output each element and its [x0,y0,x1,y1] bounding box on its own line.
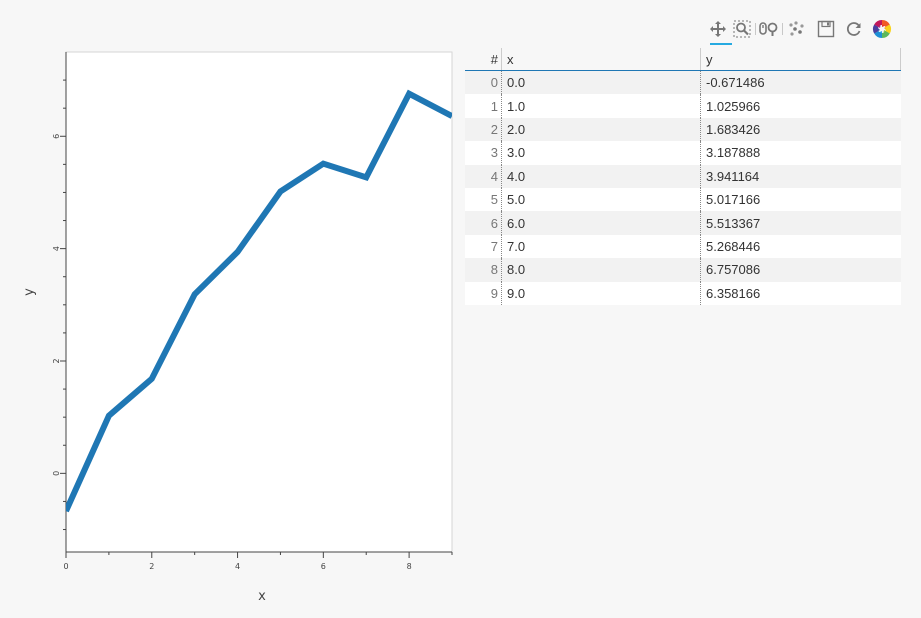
y-cell[interactable]: 3.187888 [701,141,901,164]
x-cell[interactable]: 5.0 [502,187,701,212]
table-row[interactable]: 3 3.0 3.187888 [465,141,901,165]
pan-icon [710,21,726,37]
y-cell[interactable]: 5.017166 [701,188,901,211]
row-index-cell: 5 [465,187,502,212]
x-cell[interactable]: 9.0 [502,281,701,305]
y-axis-label: y [22,288,37,296]
y-cell[interactable]: 5.268446 [701,235,901,258]
row-index-cell: 2 [465,117,502,142]
box-zoom-tool[interactable] [730,16,754,42]
line-plot[interactable]: 0 2 4 6 8 0 2 4 6 x y [0,30,460,618]
x-cell[interactable]: 7.0 [502,234,701,259]
row-index-cell: 7 [465,234,502,259]
row-index-cell: 6 [465,211,502,235]
save-icon [817,20,835,38]
pan-tool[interactable] [706,16,732,45]
wheel-zoom-icon [759,22,778,36]
y-cell[interactable]: 3.941164 [701,165,901,188]
x-cell[interactable]: 8.0 [502,258,701,282]
data-table: # x y 0 0.0 -0.671486 1 1.0 1.025966 2 2… [465,48,901,305]
y-cell[interactable]: 1.683426 [701,118,901,141]
column-header-x[interactable]: x [502,48,701,70]
x-tick-label: 2 [149,562,154,571]
column-header-y[interactable]: y [701,48,901,70]
x-tick-label: 6 [321,562,326,571]
y-cell[interactable]: 5.513367 [701,211,901,234]
row-index-cell: 1 [465,94,502,118]
reset-tool[interactable] [842,16,866,42]
y-tick-label: 2 [52,358,61,363]
y-cell[interactable]: 6.757086 [701,258,901,281]
row-index-cell: 8 [465,258,502,282]
plot-toolbar [706,14,894,45]
reset-icon [847,22,861,36]
row-index-cell: 9 [465,281,502,305]
row-index-cell: 3 [465,141,502,165]
y-cell[interactable]: 6.358166 [701,282,901,305]
x-cell[interactable]: 0.0 [502,71,701,95]
box-zoom-icon [733,20,751,38]
x-tick-label: 0 [63,562,68,571]
table-row[interactable]: 7 7.0 5.268446 [465,234,901,259]
toolbar-separator [755,23,756,35]
x-axis-label: x [258,589,266,604]
x-tick-label: 4 [235,562,240,571]
y-tick-label: 4 [52,246,61,251]
save-tool[interactable] [814,16,838,42]
x-cell[interactable]: 3.0 [502,141,701,165]
bokeh-logo[interactable] [870,16,894,42]
table-row[interactable]: 0 0.0 -0.671486 [465,71,901,95]
x-cell[interactable]: 4.0 [502,164,701,188]
x-cell[interactable]: 1.0 [502,94,701,118]
table-row[interactable]: 4 4.0 3.941164 [465,164,901,188]
x-tick-label: 8 [407,562,412,571]
y-tick-label: 6 [52,134,61,139]
bokeh-logo-icon [872,19,892,39]
table-row[interactable]: 6 6.0 5.513367 [465,211,901,235]
table-row[interactable]: 8 8.0 6.757086 [465,258,901,282]
table-row[interactable]: 9 9.0 6.358166 [465,281,901,305]
table-row[interactable]: 1 1.0 1.025966 [465,94,901,118]
lasso-select-tool[interactable] [784,16,808,42]
row-index-cell: 4 [465,164,502,188]
toolbar-separator [782,23,783,35]
x-cell[interactable]: 6.0 [502,211,701,235]
table-row[interactable]: 2 2.0 1.683426 [465,117,901,142]
row-index-cell: 0 [465,71,502,95]
y-tick-label: 0 [52,471,61,476]
table-row[interactable]: 5 5.0 5.017166 [465,187,901,212]
column-header-index[interactable]: # [465,48,502,70]
y-cell[interactable]: 1.025966 [701,94,901,117]
lasso-select-icon [789,21,804,36]
chart-canvas: 0 2 4 6 8 0 2 4 6 x y [22,51,453,604]
x-cell[interactable]: 2.0 [502,117,701,142]
table-header-row: # x y [465,48,901,71]
y-cell[interactable]: -0.671486 [701,71,901,94]
wheel-zoom-tool[interactable] [757,16,781,42]
